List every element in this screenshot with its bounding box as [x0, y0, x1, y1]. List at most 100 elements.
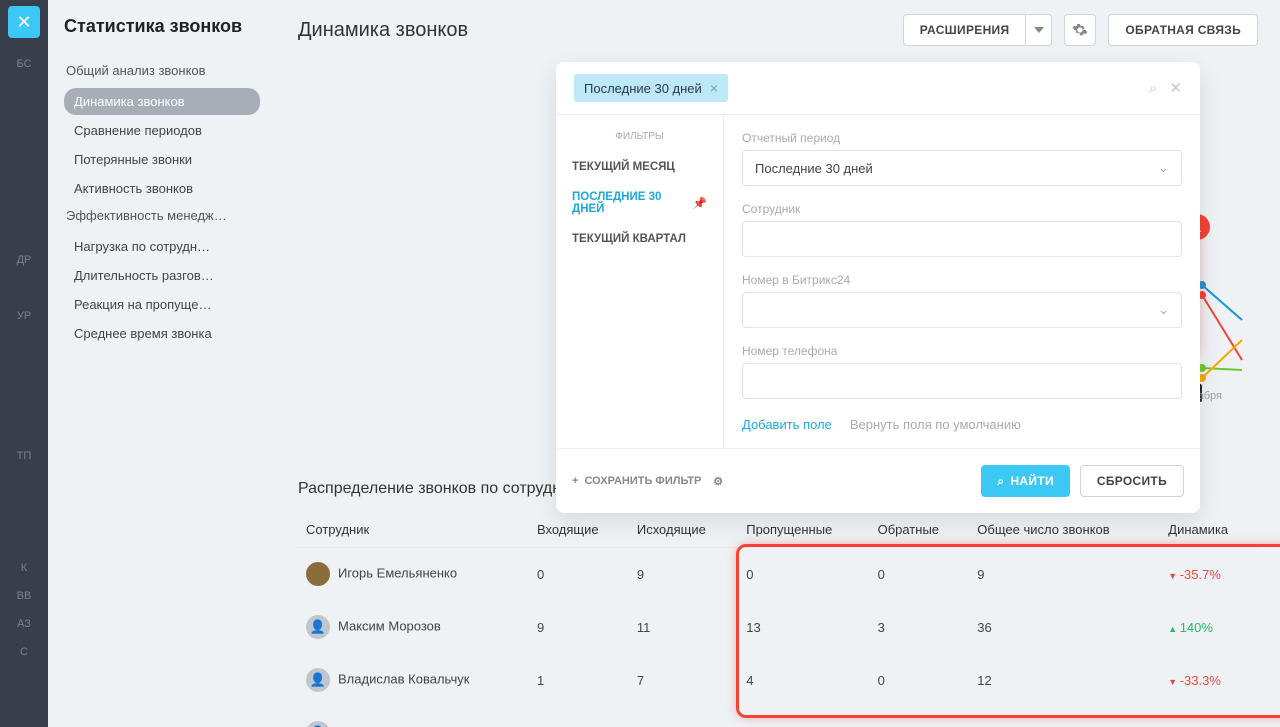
- add-field-link[interactable]: Добавить поле: [742, 417, 832, 432]
- rail-item[interactable]: [8, 330, 40, 358]
- employees-table: СотрудникВходящиеИсходящиеПропущенныеОбр…: [298, 512, 1258, 727]
- table-header[interactable]: Входящие: [529, 512, 629, 548]
- rail-item[interactable]: [8, 218, 40, 246]
- phone-input[interactable]: [742, 363, 1182, 399]
- table-cell: 7: [629, 654, 738, 707]
- reset-button[interactable]: СБРОСИТЬ: [1080, 465, 1184, 497]
- table-cell: 0: [870, 707, 970, 727]
- rail-item[interactable]: [8, 106, 40, 134]
- rail-item[interactable]: [8, 162, 40, 190]
- table-header[interactable]: Исходящие: [629, 512, 738, 548]
- close-icon[interactable]: ✕: [8, 6, 40, 38]
- rail-item[interactable]: [8, 134, 40, 162]
- sidebar-item[interactable]: Сравнение периодов: [64, 117, 260, 144]
- number-b24-select[interactable]: ⌄: [742, 292, 1182, 328]
- table-header[interactable]: Пропущенные: [738, 512, 869, 548]
- table-cell: 3: [870, 601, 970, 654]
- table-cell: 1: [529, 654, 629, 707]
- table-header[interactable]: Динамика: [1160, 512, 1258, 548]
- rail-item[interactable]: ДР: [8, 246, 40, 274]
- table-row: 👤Vlad Kovalchuk1700833.3%: [298, 707, 1258, 727]
- sidebar: Статистика звонков Общий анализ звонковД…: [48, 0, 276, 727]
- period-value: Последние 30 дней: [755, 161, 873, 176]
- rail-item[interactable]: [8, 414, 40, 442]
- rail-item[interactable]: ТП: [8, 442, 40, 470]
- extensions-button-group[interactable]: РАСШИРЕНИЯ: [903, 14, 1053, 46]
- rail-item[interactable]: БС: [8, 50, 40, 78]
- table-cell: 36: [969, 601, 1160, 654]
- filter-preset[interactable]: ПОСЛЕДНИЕ 30 ДНЕЙ📌: [556, 182, 723, 224]
- trend-value: -33.3%: [1168, 673, 1221, 688]
- employee-label: Сотрудник: [742, 202, 1182, 216]
- sidebar-section-label[interactable]: Эффективность менедж…: [64, 204, 260, 227]
- rail-item[interactable]: [8, 190, 40, 218]
- rail-item[interactable]: УР: [8, 302, 40, 330]
- rail-item[interactable]: К: [8, 554, 40, 582]
- table-cell: 4: [738, 654, 869, 707]
- main: Динамика звонков РАСШИРЕНИЯ ОБРАТНАЯ СВЯ…: [276, 0, 1280, 727]
- sidebar-item[interactable]: Нагрузка по сотрудн…: [64, 233, 260, 260]
- table-header[interactable]: Общее число звонков: [969, 512, 1160, 548]
- employee-name: Максим Морозов: [338, 618, 441, 633]
- find-label: НАЙТИ: [1010, 474, 1053, 488]
- save-filter-label: СОХРАНИТЬ ФИЛЬТР: [584, 475, 701, 487]
- filter-panel: Последние 30 дней × ⌕ ✕ ФИЛЬТРЫ ТЕКУЩИЙ …: [556, 62, 1200, 513]
- avatar: 👤: [306, 668, 330, 692]
- sidebar-item[interactable]: Потерянные звонки: [64, 146, 260, 173]
- rail-item[interactable]: АЗ: [8, 610, 40, 638]
- left-rail: ✕ БС ДР УР ТП КВВАЗС: [0, 0, 48, 727]
- rail-item[interactable]: [8, 274, 40, 302]
- avatar: [306, 562, 330, 586]
- trend-value: 140%: [1168, 620, 1213, 635]
- table-header[interactable]: Сотрудник: [298, 512, 529, 548]
- table-row: 👤Максим Морозов91113336140%: [298, 601, 1258, 654]
- rail-item[interactable]: [8, 470, 40, 498]
- search-icon[interactable]: ⌕: [1149, 80, 1157, 97]
- rail-item[interactable]: [8, 498, 40, 526]
- gear-icon: [1072, 22, 1088, 38]
- extensions-dropdown[interactable]: [1026, 14, 1052, 46]
- rail-item[interactable]: [8, 78, 40, 106]
- close-icon[interactable]: ×: [710, 80, 718, 96]
- filter-chip[interactable]: Последние 30 дней ×: [574, 74, 728, 102]
- table-row: 👤Владислав Ковальчук174012-33.3%: [298, 654, 1258, 707]
- rail-item[interactable]: [8, 386, 40, 414]
- topbar: Динамика звонков РАСШИРЕНИЯ ОБРАТНАЯ СВЯ…: [276, 0, 1280, 60]
- rail-item[interactable]: ВВ: [8, 582, 40, 610]
- table-cell: 9: [629, 548, 738, 601]
- plus-icon: +: [572, 475, 578, 487]
- sidebar-item[interactable]: Активность звонков: [64, 175, 260, 202]
- sidebar-item[interactable]: Длительность разгов…: [64, 262, 260, 289]
- employee-input[interactable]: [742, 221, 1182, 257]
- filter-preset[interactable]: ТЕКУЩИЙ МЕСЯЦ: [556, 152, 723, 182]
- sidebar-section-label[interactable]: Общий анализ звонков: [64, 59, 260, 82]
- extensions-button[interactable]: РАСШИРЕНИЯ: [903, 14, 1027, 46]
- page-title: Динамика звонков: [298, 19, 891, 42]
- chevron-down-icon: [1034, 27, 1044, 33]
- table-cell: 7: [629, 707, 738, 727]
- save-filter-link[interactable]: + СОХРАНИТЬ ФИЛЬТР ⚙: [572, 465, 723, 497]
- table-header[interactable]: Обратные: [870, 512, 970, 548]
- close-icon[interactable]: ✕: [1169, 79, 1182, 97]
- sidebar-item[interactable]: Реакция на пропуще…: [64, 291, 260, 318]
- period-select[interactable]: Последние 30 дней ⌄: [742, 150, 1182, 186]
- table-cell: 0: [738, 548, 869, 601]
- filter-preset[interactable]: ТЕКУЩИЙ КВАРТАЛ: [556, 224, 723, 254]
- settings-button[interactable]: [1064, 14, 1096, 46]
- table-cell: 11: [629, 601, 738, 654]
- avatar: 👤: [306, 721, 330, 727]
- rail-item[interactable]: [8, 358, 40, 386]
- employee-name: Владислав Ковальчук: [338, 671, 469, 686]
- gear-icon[interactable]: ⚙: [713, 475, 723, 488]
- feedback-button[interactable]: ОБРАТНАЯ СВЯЗЬ: [1108, 14, 1258, 46]
- rail-item[interactable]: [8, 526, 40, 554]
- rail-item[interactable]: С: [8, 638, 40, 666]
- table-cell: 12: [969, 654, 1160, 707]
- sidebar-item[interactable]: Динамика звонков: [64, 88, 260, 115]
- find-button[interactable]: ⌕ НАЙТИ: [981, 465, 1069, 497]
- sidebar-item[interactable]: Среднее время звонка: [64, 320, 260, 347]
- reset-fields-link[interactable]: Вернуть поля по умолчанию: [850, 417, 1021, 432]
- filter-header: Последние 30 дней × ⌕ ✕: [556, 62, 1200, 115]
- table-cell: 9: [969, 548, 1160, 601]
- table-cell: 8: [969, 707, 1160, 727]
